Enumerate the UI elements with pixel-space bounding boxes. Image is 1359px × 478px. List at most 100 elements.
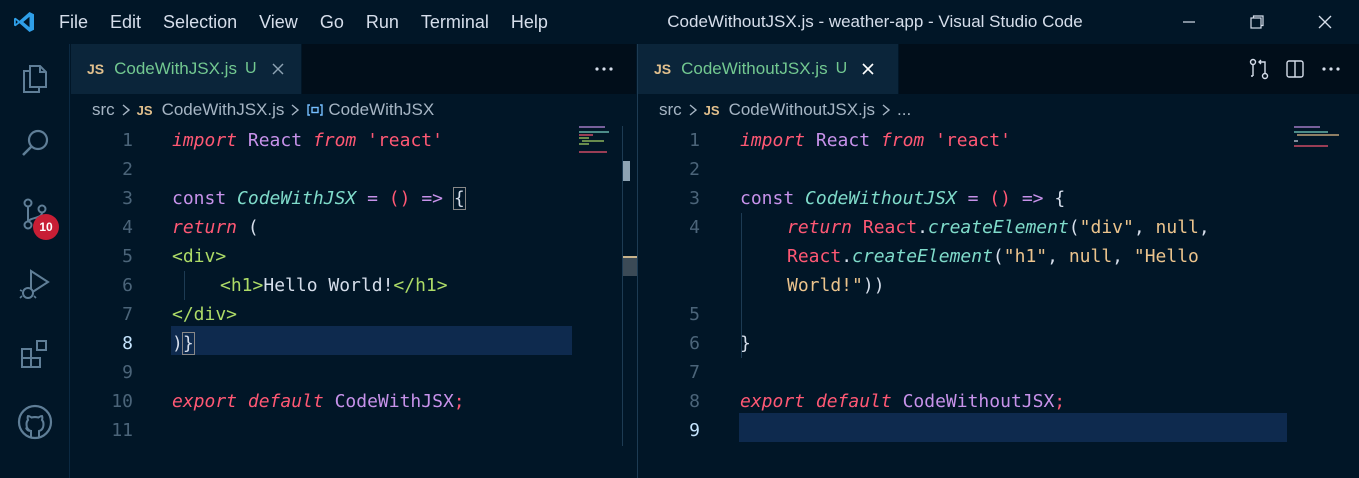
menu-selection[interactable]: Selection [152, 0, 248, 44]
menu-bar: File Edit Selection View Go Run Terminal… [48, 0, 559, 44]
current-line-highlight [171, 326, 572, 355]
restore-icon [1250, 15, 1264, 29]
compare-changes-icon [1249, 58, 1269, 80]
left-editor-group: JS CodeWithJSX.js U src JS CodeWithJSX.j… [71, 44, 637, 478]
search-button[interactable] [0, 116, 70, 172]
symbol-variable-icon [306, 103, 324, 117]
vertical-scrollbar[interactable] [622, 126, 637, 446]
menu-run[interactable]: Run [355, 0, 410, 44]
minimize-button[interactable] [1155, 0, 1223, 44]
line-number: 9 [122, 362, 133, 383]
split-editor-icon [1286, 60, 1304, 78]
current-line-highlight [739, 413, 1287, 442]
extensions-button[interactable] [0, 326, 70, 382]
run-debug-button[interactable] [0, 256, 70, 312]
line-number: 7 [122, 304, 133, 325]
ellipsis-icon [1322, 67, 1340, 71]
js-file-icon: JS [136, 102, 153, 118]
breadcrumb-folder[interactable]: src [92, 100, 115, 120]
line-number: 10 [111, 391, 133, 412]
line-number-active: 9 [689, 420, 700, 441]
line-number: 3 [122, 188, 133, 209]
line-number: 4 [122, 217, 133, 238]
run-debug-icon [19, 269, 50, 299]
tab-codewithoutjsx[interactable]: JS CodeWithoutJSX.js U [638, 44, 899, 94]
line-number: 5 [689, 304, 700, 325]
line-number: 1 [122, 130, 133, 151]
tab-codewithjsx[interactable]: JS CodeWithJSX.js U [71, 44, 302, 94]
minimize-icon [1183, 21, 1195, 23]
line-number: 2 [122, 159, 133, 180]
right-tab-bar: JS CodeWithoutJSX.js U [638, 44, 1359, 94]
tab-label: CodeWithJSX.js [114, 59, 237, 78]
window-controls [1155, 0, 1359, 44]
line-number: 3 [689, 188, 700, 209]
menu-terminal[interactable]: Terminal [410, 0, 500, 44]
code-line: } [740, 333, 751, 354]
right-code-area[interactable]: 1 2 3 4 5 6 7 8 9 import React from 'rea… [638, 126, 1359, 478]
code-line-wrapped: React.createElement("h1", null, "Hello [787, 246, 1199, 267]
code-line: return ( [172, 217, 259, 238]
chevron-right-icon [290, 103, 300, 117]
activity-bar: 10 [0, 44, 70, 478]
breadcrumb-folder[interactable]: src [659, 100, 682, 120]
scrollbar-thumb[interactable] [623, 256, 637, 276]
extensions-icon [21, 340, 47, 368]
close-icon [862, 63, 874, 75]
js-file-icon: JS [703, 102, 720, 118]
menu-view[interactable]: View [248, 0, 309, 44]
tab-close-button[interactable] [859, 60, 877, 78]
code-line-wrapped: World!")) [787, 275, 885, 296]
restore-button[interactable] [1223, 0, 1291, 44]
left-code-area[interactable]: 1 2 3 4 5 6 7 8 9 10 11 import React fro… [71, 126, 636, 478]
menu-go[interactable]: Go [309, 0, 355, 44]
chevron-right-icon [881, 103, 891, 117]
code-line: <div> [172, 246, 227, 267]
js-file-icon: JS [87, 61, 105, 77]
vscode-logo-icon [0, 0, 48, 44]
code-line: return React.createElement("div", null, [787, 217, 1210, 238]
scrollbar-marker [623, 161, 630, 181]
line-number: 2 [689, 159, 700, 180]
line-number: 6 [689, 333, 700, 354]
more-actions-button[interactable] [1313, 44, 1349, 94]
menu-help[interactable]: Help [500, 0, 559, 44]
breadcrumb-symbol[interactable]: ... [897, 100, 911, 120]
line-number: 4 [689, 217, 700, 238]
source-control-badge: 10 [33, 214, 59, 240]
code-line: import React from 'react' [740, 130, 1011, 151]
line-number: 5 [122, 246, 133, 267]
more-actions-button[interactable] [586, 44, 622, 94]
line-number: 1 [689, 130, 700, 151]
minimap[interactable] [1294, 126, 1344, 166]
breadcrumb-file[interactable]: CodeWithJSX.js [162, 100, 285, 120]
code-line: <h1>Hello World!</h1> [220, 275, 448, 296]
code-line: )} [172, 332, 195, 355]
untracked-badge: U [244, 60, 257, 77]
right-editor-actions [1241, 44, 1349, 94]
untracked-badge: U [835, 60, 848, 77]
open-changes-button[interactable] [1241, 44, 1277, 94]
github-button[interactable] [0, 394, 70, 450]
code-line: export default CodeWithJSX; [172, 391, 465, 412]
menu-edit[interactable]: Edit [99, 0, 152, 44]
tab-label: CodeWithoutJSX.js [681, 59, 828, 78]
source-control-button[interactable]: 10 [0, 186, 70, 242]
breadcrumb-symbol[interactable]: CodeWithJSX [328, 100, 434, 120]
code-line: </div> [172, 304, 238, 325]
left-editor-actions [586, 44, 622, 94]
line-number: 7 [689, 362, 700, 383]
breadcrumb-file[interactable]: CodeWithoutJSX.js [729, 100, 875, 120]
js-file-icon: JS [654, 61, 672, 77]
line-number-active: 8 [122, 333, 133, 354]
github-icon [17, 404, 53, 440]
menu-file[interactable]: File [48, 0, 99, 44]
close-window-button[interactable] [1291, 0, 1359, 44]
close-icon [1318, 15, 1332, 29]
indent-guide [184, 271, 185, 300]
explorer-button[interactable] [0, 50, 70, 106]
code-line: const CodeWithoutJSX = () => { [740, 188, 1066, 209]
split-editor-button[interactable] [1277, 44, 1313, 94]
tab-close-button[interactable] [269, 60, 287, 78]
left-breadcrumb: src JS CodeWithJSX.js CodeWithJSX [71, 94, 636, 126]
